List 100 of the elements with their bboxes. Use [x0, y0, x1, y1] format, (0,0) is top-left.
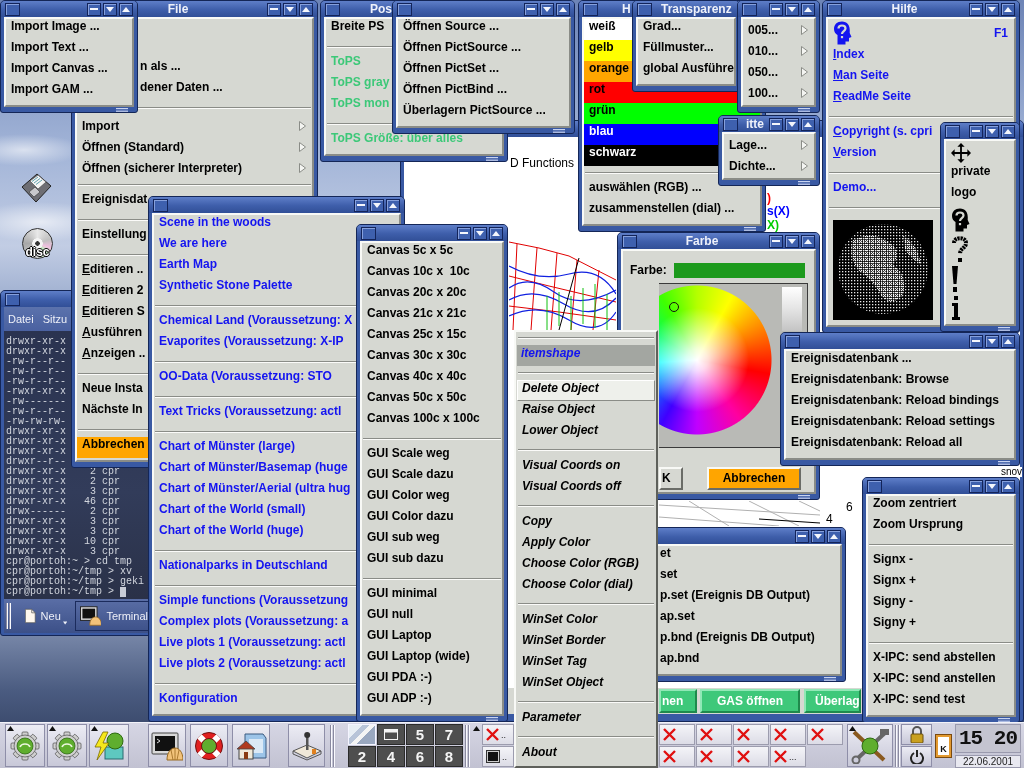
pager-desktop[interactable]: [377, 724, 405, 745]
menu-item[interactable]: Version: [831, 145, 879, 166]
resize-grip-icon[interactable]: [798, 494, 810, 499]
submenu-item[interactable]: 005...: [743, 19, 814, 40]
desktop-thumbnail[interactable]: [348, 724, 376, 745]
up-button[interactable]: [1001, 2, 1015, 16]
down-button[interactable]: [283, 2, 297, 16]
menu-item[interactable]: Einstellung: [80, 227, 149, 248]
menu-item[interactable]: Sitzu: [42, 313, 68, 325]
menu-item[interactable]: Chart of Münster (large): [157, 439, 297, 460]
minimize-button[interactable]: [457, 226, 471, 240]
menu-item[interactable]: Index: [831, 47, 867, 68]
menu-item[interactable]: Copy: [517, 513, 655, 534]
window-menu-button[interactable]: [5, 2, 20, 16]
dialog-button[interactable]: K: [659, 467, 683, 490]
menu-item[interactable]: Live plots 1 (Voraussetzung: actl: [157, 635, 348, 656]
menu-item[interactable]: [949, 141, 973, 164]
menu-item[interactable]: Visual Coords on: [517, 457, 655, 478]
minimize-button[interactable]: [969, 334, 983, 348]
launcher-button[interactable]: [148, 724, 186, 767]
menu-item[interactable]: GUI PDA :-): [365, 670, 434, 691]
menu-item[interactable]: ap.set: [658, 609, 697, 630]
menu-item[interactable]: logo: [949, 185, 979, 206]
menu-item[interactable]: Copyright (s. cpri: [831, 124, 935, 145]
menu-item[interactable]: Breite PS: [329, 19, 387, 40]
menu-item[interactable]: Signx +: [871, 573, 918, 594]
menu-item[interactable]: Öffnen PictSource ...: [401, 40, 524, 61]
submenu-item[interactable]: Import: [77, 115, 312, 136]
menu-item[interactable]: We are here: [157, 236, 229, 257]
menu-item[interactable]: Ereignisdatenbank: Reload all: [789, 435, 965, 456]
taskbar-button[interactable]: ..: [482, 746, 514, 767]
menu-item[interactable]: Editieren ..: [80, 262, 146, 283]
window-menu-button[interactable]: [637, 2, 652, 16]
menu-item[interactable]: zusammenstellen (dial) ...: [587, 201, 737, 222]
menu-item[interactable]: Canvas 40c x 40c: [365, 369, 469, 390]
menu-item[interactable]: GUI Scale dazu: [365, 467, 456, 488]
menu-item[interactable]: Ereignisdatenbank: Reload settings: [789, 414, 998, 435]
minimize-button[interactable]: [354, 198, 368, 212]
menu-item[interactable]: Visual Coords off: [517, 478, 655, 499]
up-button[interactable]: [1001, 479, 1015, 493]
window-menu-button[interactable]: [867, 479, 882, 493]
menu-item[interactable]: Choose Color (RGB): [517, 555, 655, 576]
menu-item[interactable]: Live plots 2 (Voraussetzung: actl: [157, 656, 348, 677]
menu-item[interactable]: Zoom Ursprung: [871, 517, 965, 538]
taskbar-button[interactable]: [807, 724, 843, 745]
menu-item[interactable]: GUI minimal: [365, 586, 439, 607]
lock-button[interactable]: [901, 724, 932, 745]
menu-item[interactable]: Chart of Münster/Aerial (ultra hug: [157, 481, 353, 502]
menu-item[interactable]: GUI Color weg: [365, 488, 452, 509]
minimize-button[interactable]: [267, 2, 281, 16]
window-menu-button[interactable]: [827, 2, 842, 16]
down-button[interactable]: [785, 234, 799, 248]
menu-item[interactable]: GUI Laptop: [365, 628, 434, 649]
menu-item[interactable]: Canvas 30c x 30c: [365, 348, 469, 369]
menu-item[interactable]: Canvas 21c x 21c: [365, 306, 469, 327]
down-button[interactable]: [785, 117, 799, 131]
menu-item[interactable]: Simple functions (Voraussetzung: [157, 593, 351, 614]
up-button[interactable]: [1001, 124, 1015, 138]
menu-item[interactable]: ap.bnd: [658, 651, 702, 672]
pager-desktop[interactable]: 7: [435, 724, 463, 745]
down-button[interactable]: [370, 198, 384, 212]
submenu-item[interactable]: 050...: [743, 61, 814, 82]
menu-item[interactable]: Konfiguration: [157, 691, 240, 712]
pager-desktop[interactable]: 2: [348, 746, 376, 767]
up-button[interactable]: [827, 529, 841, 543]
menu-item[interactable]: GUI ADP :-): [365, 691, 434, 712]
resize-grip-icon[interactable]: [116, 107, 128, 112]
window-menu-button[interactable]: [785, 334, 800, 348]
panel-handle[interactable]: [895, 724, 900, 767]
down-button[interactable]: [811, 529, 825, 543]
launcher-button[interactable]: [190, 724, 228, 767]
taskbar-button[interactable]: [770, 724, 806, 745]
menu-item[interactable]: Canvas 25c x 15c: [365, 327, 469, 348]
taskbar-button[interactable]: [696, 746, 732, 767]
menu-item[interactable]: Chart of the World (huge): [157, 523, 306, 544]
pager-desktop[interactable]: 4: [377, 746, 405, 767]
menu-item[interactable]: Canvas 5c x 5c: [365, 243, 456, 264]
menu-item[interactable]: dener Daten ...: [138, 80, 225, 101]
menu-item[interactable]: WinSet Tag: [517, 653, 655, 674]
pager-desktop[interactable]: 8: [435, 746, 463, 767]
menu-item[interactable]: Choose Color (dial): [517, 576, 655, 597]
menu-item[interactable]: WinSet Border: [517, 632, 655, 653]
resize-grip-icon[interactable]: [998, 717, 1010, 722]
taskbar-button[interactable]: [696, 724, 732, 745]
dialog-button[interactable]: Abbrechen: [707, 467, 801, 490]
resize-grip-icon[interactable]: [824, 676, 836, 681]
menu-header[interactable]: itemshape: [517, 345, 655, 366]
down-button[interactable]: [985, 479, 999, 493]
up-button[interactable]: [1001, 334, 1015, 348]
window-menu-button[interactable]: [945, 124, 960, 138]
menu-item[interactable]: Canvas 50c x 50c: [365, 390, 469, 411]
up-button[interactable]: [801, 2, 815, 16]
menu-item[interactable]: About: [517, 744, 655, 765]
menu-item[interactable]: F1: [828, 19, 1014, 47]
menu-item[interactable]: Demo...: [831, 180, 879, 201]
down-button[interactable]: [473, 226, 487, 240]
menu-item[interactable]: n als ...: [138, 59, 183, 80]
menu-item[interactable]: et: [658, 546, 673, 567]
up-button[interactable]: [801, 234, 815, 248]
resize-grip-icon[interactable]: [486, 716, 498, 721]
